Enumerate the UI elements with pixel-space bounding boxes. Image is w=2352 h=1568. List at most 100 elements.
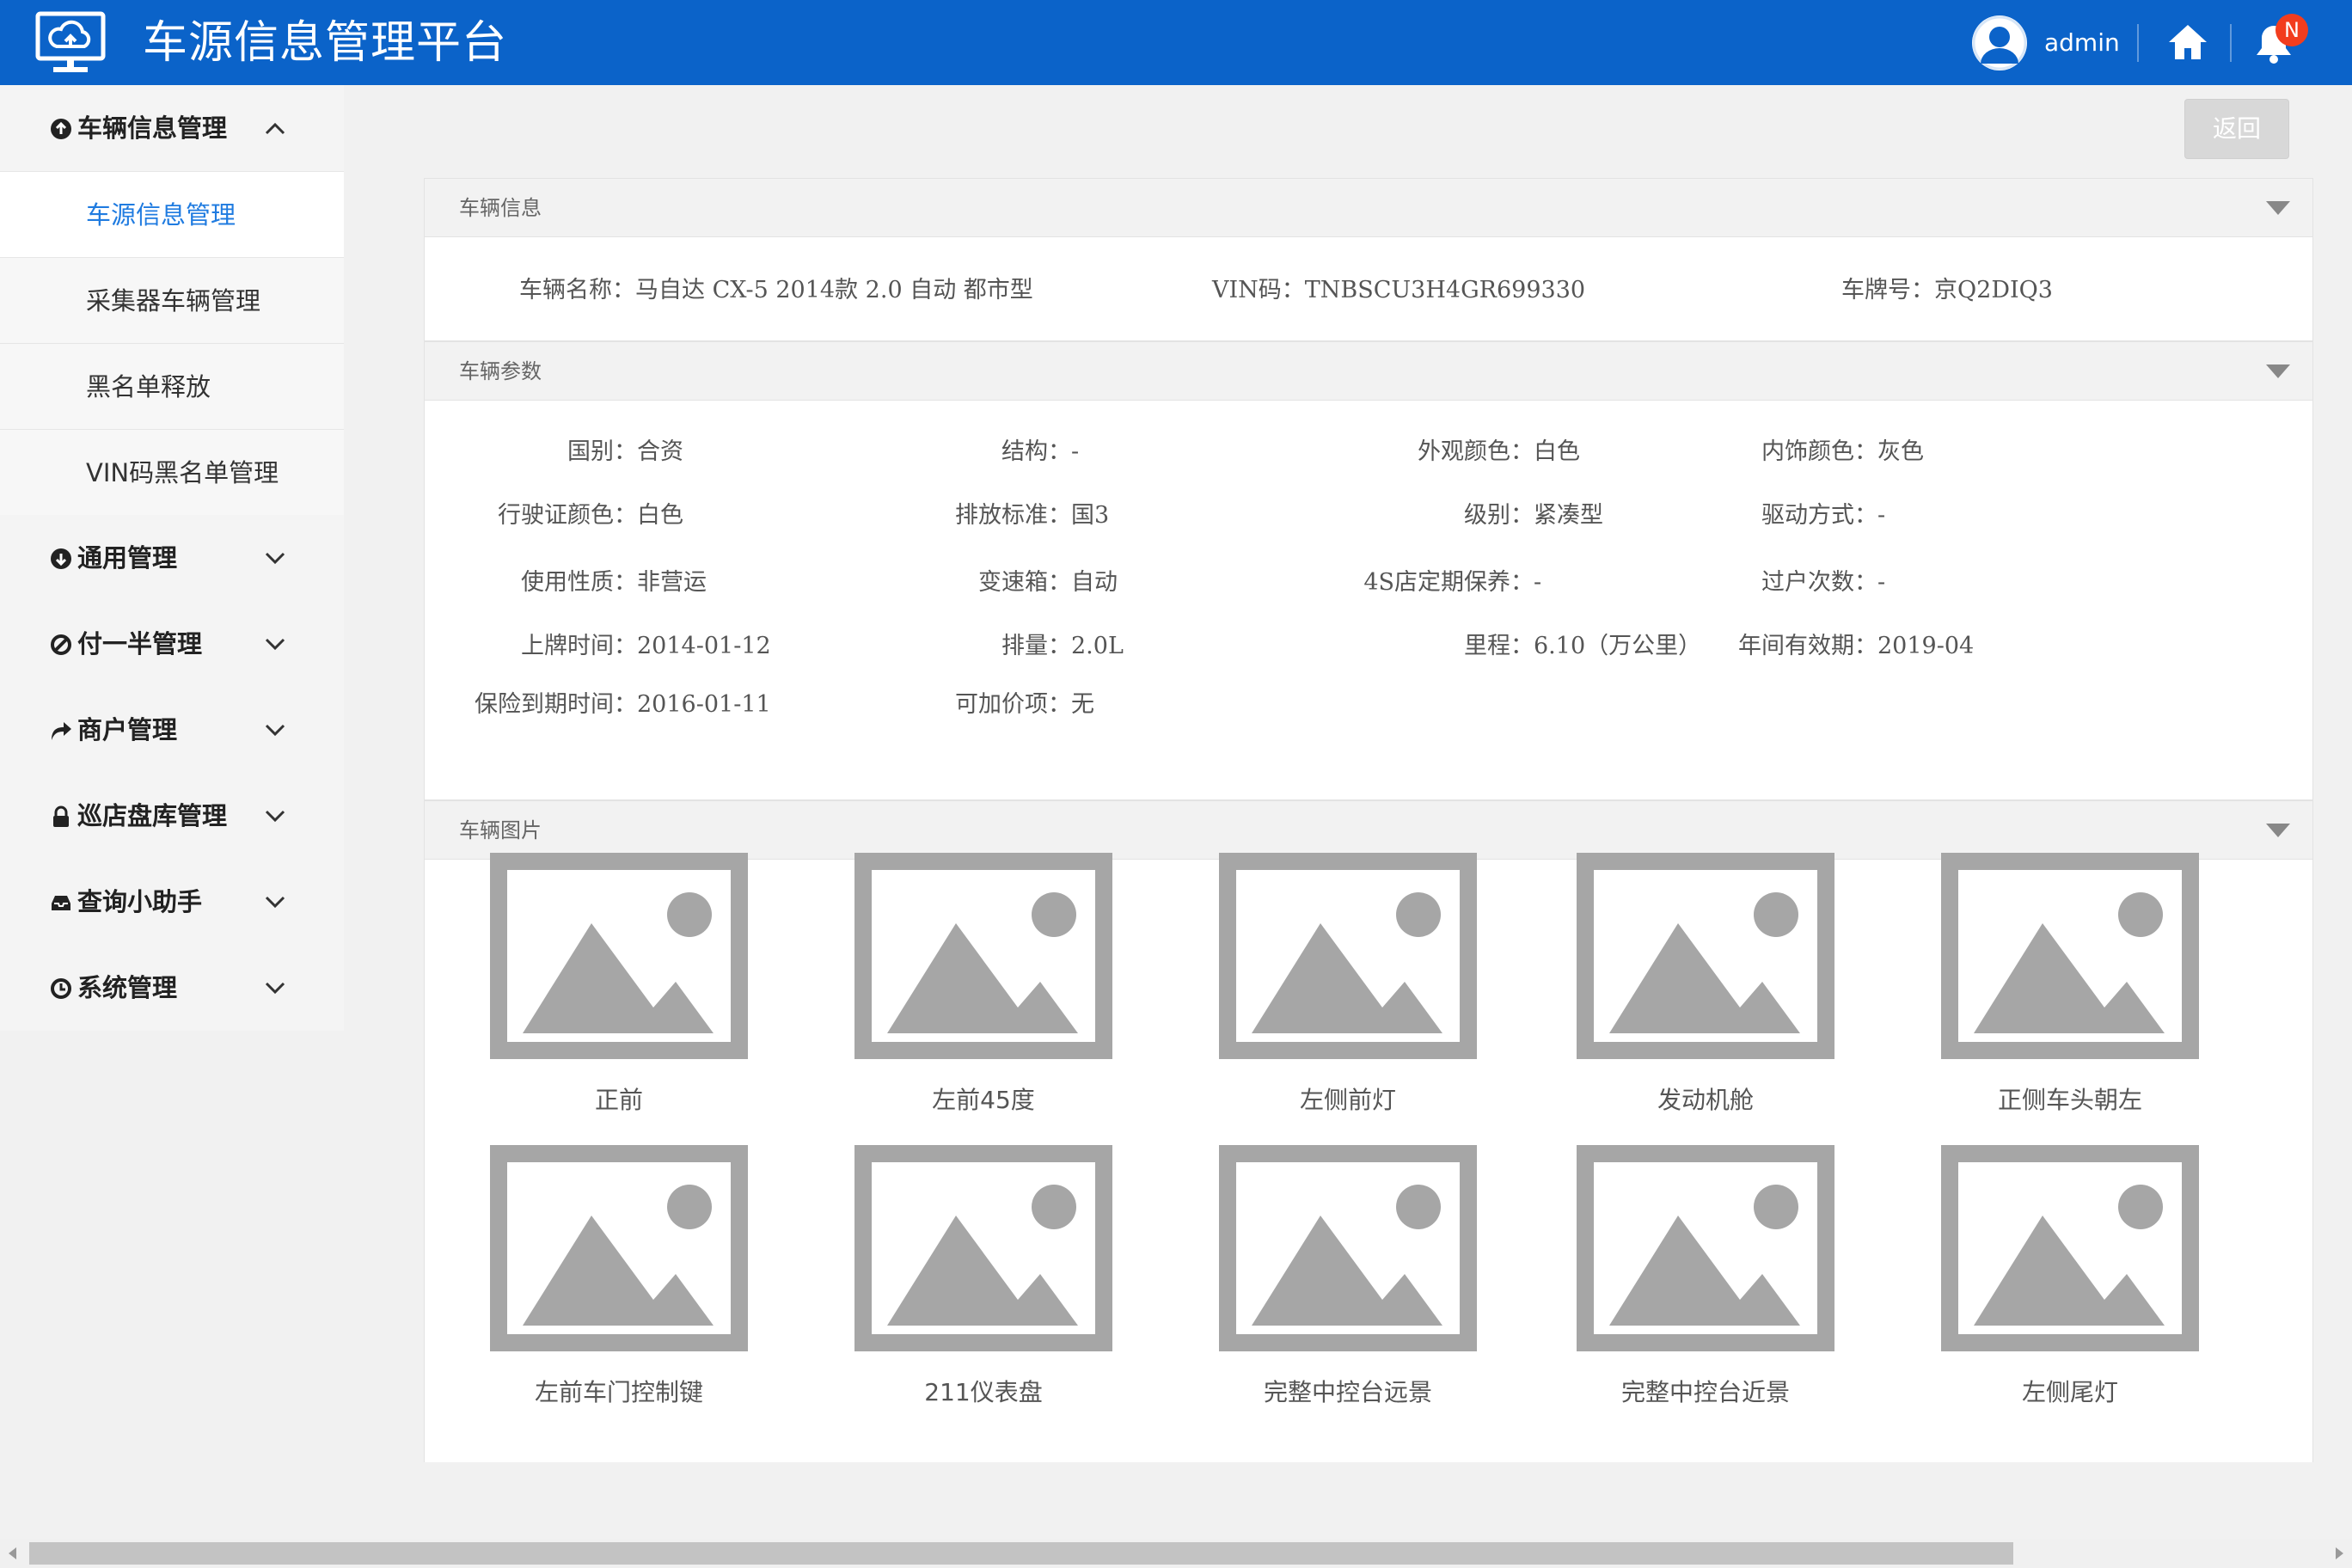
image-placeholder-icon[interactable] bbox=[490, 1145, 748, 1351]
clock-icon bbox=[51, 978, 71, 999]
sidebar-item-label: 采集器车辆管理 bbox=[86, 286, 261, 315]
chevron-up-icon bbox=[265, 122, 285, 135]
arrow-down-circle-icon bbox=[51, 548, 71, 569]
photo-thumbnail[interactable]: 左前车门控制键 bbox=[490, 1145, 748, 1406]
field-value: 马自达 CX-5 2014款 2.0 自动 都市型 bbox=[635, 277, 1033, 303]
ban-circle-icon bbox=[51, 634, 71, 655]
photo-caption: 左前45度 bbox=[932, 1086, 1035, 1114]
photo-thumbnail[interactable]: 完整中控台远景 bbox=[1219, 1145, 1477, 1406]
sidebar: 车辆信息管理 车源信息管理 采集器车辆管理 黑名单释放 VIN码黑名单管理 通用… bbox=[0, 85, 344, 1031]
sidebar-group-label: 通用管理 bbox=[77, 543, 178, 573]
scrollbar-thumb[interactable] bbox=[29, 1542, 2013, 1565]
param-field: 过户次数：- bbox=[425, 566, 1885, 600]
collapse-triangle-icon[interactable] bbox=[2266, 824, 2290, 837]
vehicle-info-header[interactable]: 车辆信息 bbox=[425, 179, 2312, 237]
photo-thumbnail[interactable]: 正侧车头朝左 bbox=[1941, 853, 2199, 1114]
sidebar-group-query-helper[interactable]: 查询小助手 bbox=[0, 859, 344, 945]
vehicle-photos-header[interactable]: 车辆图片 bbox=[425, 801, 2312, 860]
param-field: 内饰颜色：灰色 bbox=[425, 435, 1924, 469]
photo-caption: 正前 bbox=[594, 1086, 643, 1114]
home-icon[interactable] bbox=[2166, 22, 2209, 62]
sidebar-item-label: 黑名单释放 bbox=[86, 372, 211, 401]
back-button[interactable]: 返回 bbox=[2184, 99, 2289, 159]
photo-caption: 完整中控台近景 bbox=[1620, 1378, 1790, 1406]
username[interactable]: admin bbox=[2044, 26, 2120, 60]
sidebar-group-general[interactable]: 通用管理 bbox=[0, 515, 344, 601]
image-placeholder-icon[interactable] bbox=[1219, 853, 1477, 1059]
photo-caption: 左侧前灯 bbox=[1299, 1086, 1396, 1114]
notification-badge[interactable]: N bbox=[2275, 14, 2308, 46]
field-vin: VIN码：TNBSCU3H4GR699330 bbox=[1212, 273, 1585, 308]
field-value: TNBSCU3H4GR699330 bbox=[1304, 277, 1586, 303]
mountain-sun-icon bbox=[1609, 1185, 1800, 1326]
collapse-triangle-icon[interactable] bbox=[2266, 201, 2290, 215]
field-label: VIN码： bbox=[1212, 277, 1305, 303]
photo-thumbnail[interactable]: 211仪表盘 bbox=[854, 1145, 1112, 1406]
photo-thumbnail[interactable]: 左侧前灯 bbox=[1219, 853, 1477, 1114]
field-label: 年间有效期： bbox=[1738, 633, 1877, 659]
horizontal-scrollbar[interactable] bbox=[0, 1539, 2352, 1568]
sidebar-item-vin-blacklist[interactable]: VIN码黑名单管理 bbox=[0, 429, 344, 515]
lock-icon bbox=[53, 805, 69, 827]
sidebar-group-half-pay[interactable]: 付一半管理 bbox=[0, 601, 344, 687]
param-field: 可加价项：无 bbox=[425, 688, 1094, 722]
sidebar-group-merchant[interactable]: 商户管理 bbox=[0, 687, 344, 773]
photo-caption: 发动机舱 bbox=[1657, 1086, 1754, 1114]
photo-thumbnail[interactable]: 完整中控台近景 bbox=[1577, 1145, 1834, 1406]
field-label: 过户次数： bbox=[1761, 569, 1877, 596]
user-avatar[interactable] bbox=[1972, 15, 2027, 70]
photo-thumbnail[interactable]: 左前45度 bbox=[854, 853, 1112, 1114]
sidebar-group-label: 巡店盘库管理 bbox=[77, 801, 228, 830]
field-value: - bbox=[1877, 502, 1886, 529]
vehicle-info-panel: 车辆信息 车辆名称：马自达 CX-5 2014款 2.0 自动 都市型 VIN码… bbox=[424, 178, 2313, 341]
mountain-sun-icon bbox=[523, 1185, 714, 1326]
sidebar-group-system[interactable]: 系统管理 bbox=[0, 945, 344, 1031]
image-placeholder-icon[interactable] bbox=[490, 853, 748, 1059]
mountain-sun-icon bbox=[1252, 892, 1442, 1033]
photo-caption: 211仪表盘 bbox=[924, 1378, 1043, 1406]
sidebar-group-vehicle-info[interactable]: 车辆信息管理 bbox=[0, 85, 344, 171]
param-field: 年间有效期：2019-04 bbox=[425, 629, 1974, 664]
sidebar-item-collector-vehicles[interactable]: 采集器车辆管理 bbox=[0, 257, 344, 343]
image-placeholder-icon[interactable] bbox=[1577, 1145, 1834, 1351]
field-value: 京Q2DIQ3 bbox=[1934, 277, 2053, 303]
image-placeholder-icon[interactable] bbox=[854, 1145, 1112, 1351]
sidebar-group-label: 车辆信息管理 bbox=[77, 113, 228, 143]
chevron-down-icon bbox=[265, 552, 285, 565]
field-plate: 车牌号：京Q2DIQ3 bbox=[1841, 273, 2053, 308]
sidebar-group-label: 付一半管理 bbox=[77, 629, 203, 658]
mountain-sun-icon bbox=[523, 892, 714, 1033]
mountain-sun-icon bbox=[1609, 892, 1800, 1033]
vehicle-photos-panel: 车辆图片 正前 左前45度 左侧前灯 发动机舱 正侧车头朝左左前车门控制键 211仪表盘 完… bbox=[424, 800, 2313, 1462]
photo-thumbnail[interactable]: 左侧尾灯 bbox=[1941, 1145, 2199, 1406]
photo-thumbnail[interactable]: 正前 bbox=[490, 853, 748, 1114]
mountain-sun-icon bbox=[887, 892, 1078, 1033]
photo-caption: 完整中控台远景 bbox=[1263, 1378, 1432, 1406]
image-placeholder-icon[interactable] bbox=[1941, 853, 2199, 1059]
collapse-triangle-icon[interactable] bbox=[2266, 364, 2290, 378]
photo-caption: 左侧尾灯 bbox=[2021, 1378, 2118, 1406]
chevron-down-icon bbox=[265, 982, 285, 995]
sidebar-group-label: 查询小助手 bbox=[77, 887, 203, 916]
panel-title: 车辆图片 bbox=[459, 818, 542, 842]
photo-thumbnail[interactable]: 发动机舱 bbox=[1577, 853, 1834, 1114]
image-placeholder-icon[interactable] bbox=[1941, 1145, 2199, 1351]
sidebar-item-source-info[interactable]: 车源信息管理 bbox=[0, 171, 344, 257]
sidebar-item-blacklist-release[interactable]: 黑名单释放 bbox=[0, 343, 344, 429]
scroll-right-arrow-icon[interactable] bbox=[2336, 1547, 2343, 1559]
sidebar-group-store-inventory[interactable]: 巡店盘库管理 bbox=[0, 773, 344, 859]
image-placeholder-icon[interactable] bbox=[1219, 1145, 1477, 1351]
share-arrow-icon bbox=[52, 722, 71, 740]
sidebar-group-label: 系统管理 bbox=[77, 973, 178, 1002]
toolbar: 返回 bbox=[424, 85, 2313, 178]
chevron-down-icon bbox=[265, 810, 285, 823]
page-title: 车源信息管理平台 bbox=[143, 17, 508, 69]
scroll-left-arrow-icon[interactable] bbox=[9, 1547, 16, 1559]
field-value: - bbox=[1877, 569, 1886, 596]
vehicle-params-header[interactable]: 车辆参数 bbox=[425, 342, 2312, 401]
panel-title: 车辆信息 bbox=[459, 196, 542, 220]
image-placeholder-icon[interactable] bbox=[1577, 853, 1834, 1059]
mountain-sun-icon bbox=[1974, 892, 2165, 1033]
image-placeholder-icon[interactable] bbox=[854, 853, 1112, 1059]
field-vehicle-name: 车辆名称：马自达 CX-5 2014款 2.0 自动 都市型 bbox=[519, 273, 1033, 308]
